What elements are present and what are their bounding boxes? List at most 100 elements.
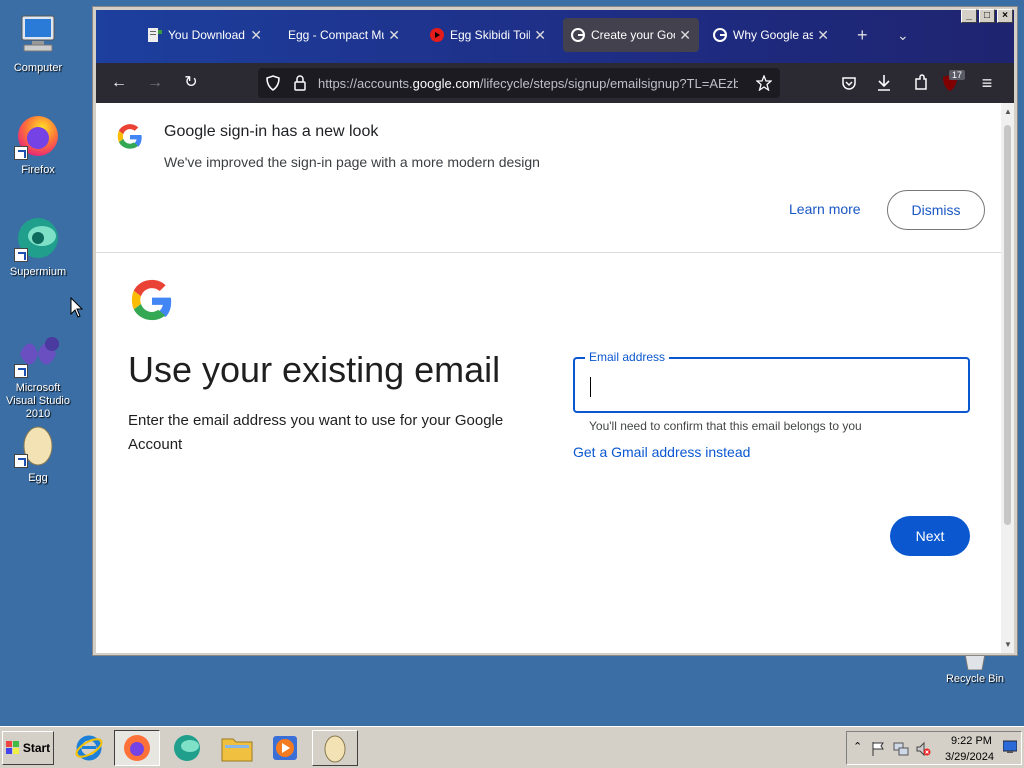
shield-icon (266, 75, 280, 91)
sign-in-banner: Google sign-in has a new look We've impr… (96, 103, 1001, 253)
computer-icon (14, 10, 62, 58)
tab-why-google[interactable]: Why Google asks ✕ (705, 18, 837, 52)
volume-muted-icon[interactable] (915, 741, 931, 757)
desktop-icon-label: Supermium (9, 266, 67, 278)
close-tab-icon[interactable]: ✕ (817, 27, 829, 44)
windows-logo-icon (5, 741, 19, 754)
app-menu-button[interactable]: ≡ (976, 73, 998, 95)
firefox-icon (124, 735, 150, 761)
tab-you-download[interactable]: You Download ✕ (140, 18, 270, 52)
taskbar-explorer[interactable] (214, 730, 260, 766)
extension-badge: 17 (949, 70, 966, 80)
ublock-extension-icon[interactable]: 17 (941, 70, 966, 92)
clock-time: 9:22 PM (951, 735, 992, 747)
bookmark-star-icon[interactable] (756, 75, 772, 91)
egg-icon (14, 420, 62, 468)
taskbar: Start ⌃ 9:22 PM 3/29/2024 (0, 726, 1024, 768)
desktop-icon-label: Microsoft Visual Studio 2010 (5, 382, 70, 420)
scroll-thumb[interactable] (1004, 125, 1011, 525)
taskbar-internet-explorer[interactable] (66, 730, 112, 766)
clock-date: 3/29/2024 (945, 751, 994, 763)
action-center-flag-icon[interactable] (871, 741, 885, 757)
taskbar-egg[interactable] (312, 730, 358, 766)
window-controls: _ □ × (961, 9, 1013, 23)
desktop-icon-computer[interactable]: Computer (0, 10, 76, 75)
close-tab-icon[interactable]: ✕ (534, 27, 546, 44)
tab-title: Create your Googl (591, 28, 675, 42)
taskbar-supermium[interactable] (164, 730, 210, 766)
tab-title: Why Google asks (733, 28, 814, 42)
tab-create-google[interactable]: Create your Googl ✕ (563, 18, 699, 52)
lock-icon (294, 75, 306, 91)
notepad-check-icon (148, 28, 162, 42)
scroll-up-icon[interactable]: ▲ (1004, 107, 1012, 116)
egg-icon (324, 735, 346, 763)
email-helper-text: You'll need to confirm that this email b… (589, 419, 862, 433)
text-caret (590, 377, 591, 397)
mouse-cursor-icon (70, 297, 84, 318)
pocket-icon[interactable] (841, 75, 857, 91)
minimize-button[interactable]: _ (961, 9, 977, 23)
back-button[interactable]: ← (108, 73, 130, 95)
visual-studio-icon (14, 330, 62, 378)
desktop-icon-supermium[interactable]: Supermium (0, 214, 76, 279)
reload-button[interactable]: ↻ (180, 73, 202, 95)
navigation-bar: ← → ↻ https://accounts.google.com/lifecy… (96, 63, 1014, 103)
tab-title: You Download (168, 28, 245, 42)
page-scrollbar[interactable]: ▲ ▼ (1001, 103, 1014, 653)
google-g-icon (571, 28, 585, 42)
close-tab-icon[interactable]: ✕ (679, 27, 691, 44)
learn-more-link[interactable]: Learn more (789, 201, 861, 217)
forward-button[interactable]: → (144, 73, 166, 95)
maximize-button[interactable]: □ (979, 9, 995, 23)
downloads-icon[interactable] (876, 74, 892, 92)
close-tab-icon[interactable]: ✕ (388, 27, 400, 44)
close-tab-icon[interactable]: ✕ (250, 27, 262, 44)
shortcut-arrow-icon (14, 364, 28, 378)
extensions-icon[interactable] (913, 74, 929, 92)
firefox-icon (14, 112, 62, 160)
banner-title: Google sign-in has a new look (164, 123, 379, 140)
url-bar[interactable]: https://accounts.google.com/lifecycle/st… (258, 68, 780, 98)
desktop-icon-label: Computer (13, 62, 63, 74)
google-g-icon (713, 28, 727, 42)
tab-egg-compact[interactable]: Egg - Compact Multifu ✕ (280, 18, 408, 52)
show-hidden-icons-chevron-icon[interactable]: ⌃ (853, 740, 862, 753)
dismiss-button[interactable]: Dismiss (887, 190, 985, 230)
system-tray: ⌃ 9:22 PM 3/29/2024 (846, 731, 1022, 765)
desktop-icon-recycle-bin[interactable]: Recycle Bin (940, 653, 1010, 685)
desktop-icon-firefox[interactable]: Firefox (0, 112, 76, 177)
list-all-tabs-chevron-icon[interactable]: ⌄ (897, 28, 909, 42)
network-icon[interactable] (893, 741, 909, 757)
scroll-down-icon[interactable]: ▼ (1004, 640, 1012, 649)
email-field-label: Email address (585, 350, 670, 364)
close-window-button[interactable]: × (997, 9, 1013, 23)
internet-explorer-icon (75, 735, 103, 761)
email-input[interactable] (589, 375, 949, 399)
new-tab-button[interactable]: + (857, 26, 868, 44)
supermium-icon (174, 735, 200, 761)
recycle-bin-icon (964, 653, 986, 671)
shortcut-arrow-icon (14, 454, 28, 468)
google-logo-icon (117, 124, 142, 149)
taskbar-media-player[interactable] (262, 730, 308, 766)
tab-title: Egg - Compact Multifu (288, 28, 384, 42)
tab-title: Egg Skibidi Toilet (450, 28, 530, 42)
recycle-bin-label: Recycle Bin (945, 673, 1005, 685)
page-content: Google sign-in has a new look We've impr… (96, 103, 1001, 653)
banner-subtitle: We've improved the sign-in page with a m… (164, 154, 540, 170)
tab-egg-skibidi[interactable]: Egg Skibidi Toilet ✕ (422, 18, 554, 52)
start-button[interactable]: Start (2, 731, 54, 765)
desktop-icon-egg[interactable]: Egg (0, 420, 76, 485)
page-description: Enter the email address you want to use … (128, 412, 504, 453)
desktop-icon-visual-studio[interactable]: Microsoft Visual Studio 2010 (0, 330, 76, 421)
desktop-icon-label: Egg (28, 472, 48, 484)
start-label: Start (22, 741, 51, 755)
shortcut-arrow-icon (14, 248, 28, 262)
taskbar-firefox[interactable] (114, 730, 160, 766)
supermium-icon (14, 214, 62, 262)
get-gmail-address-link[interactable]: Get a Gmail address instead (573, 444, 750, 460)
next-button[interactable]: Next (890, 516, 970, 556)
show-desktop-icon[interactable] (1003, 740, 1017, 754)
desktop-icon-label: Firefox (21, 164, 55, 176)
